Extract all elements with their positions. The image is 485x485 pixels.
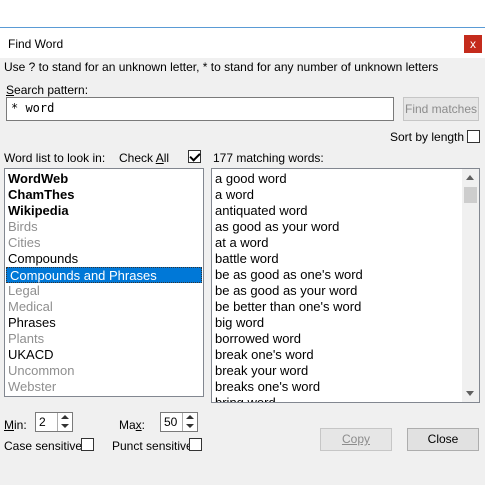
matching-word-item[interactable]: a good word <box>212 171 479 187</box>
word-list-item[interactable]: Wikipedia <box>5 203 203 219</box>
search-pattern-label: Search pattern: <box>6 83 89 97</box>
matching-words-listbox[interactable]: a good word a word antiquated word as good … <box>211 168 480 403</box>
min-spinner[interactable]: 2 <box>35 412 73 432</box>
punct-sensitive-checkbox[interactable] <box>189 438 202 451</box>
case-sensitive-label: Case sensitive <box>4 439 83 453</box>
close-window-button[interactable]: x <box>464 35 482 53</box>
matching-word-item[interactable]: antiquated word <box>212 203 479 219</box>
word-list-item[interactable]: Uncommon <box>5 363 203 379</box>
scroll-thumb[interactable] <box>464 187 477 203</box>
sort-by-length-checkbox[interactable] <box>467 130 480 143</box>
word-list-item[interactable]: Legal <box>5 283 203 299</box>
matching-words-label: 177 matching words: <box>213 151 324 165</box>
word-list-item[interactable]: Webster <box>5 379 203 395</box>
word-list-item[interactable]: Compounds <box>5 251 203 267</box>
window-top-strip <box>0 0 485 28</box>
word-list-item[interactable]: Birds <box>5 219 203 235</box>
window-title: Find Word <box>8 37 64 51</box>
matching-word-item[interactable]: as good as your word <box>212 219 479 235</box>
title-bar: Find Word <box>0 28 485 58</box>
matches-scrollbar[interactable] <box>462 169 479 402</box>
matching-word-item[interactable]: break your word <box>212 363 479 379</box>
matching-word-item[interactable]: borrowed word <box>212 331 479 347</box>
matching-word-item[interactable]: a word <box>212 187 479 203</box>
matching-word-item[interactable]: break one's word <box>212 347 479 363</box>
matching-word-item[interactable]: big word <box>212 315 479 331</box>
matching-word-item[interactable]: be as good as one's word <box>212 267 479 283</box>
word-list-item[interactable]: WordWeb <box>5 171 203 187</box>
check-all-checkbox[interactable] <box>188 150 201 163</box>
find-matches-button[interactable]: Find matches <box>403 97 479 121</box>
word-list-item[interactable]: Medical <box>5 299 203 315</box>
punct-sensitive-label: Punct sensitive <box>112 439 193 453</box>
matching-word-item[interactable]: at a word <box>212 235 479 251</box>
word-list-item[interactable]: Phrases <box>5 315 203 331</box>
word-list-item[interactable]: UKACD <box>5 347 203 363</box>
check-all-label: Check All <box>119 151 170 165</box>
max-spinner[interactable]: 50 <box>160 412 198 432</box>
scroll-down-icon[interactable] <box>462 385 479 402</box>
copy-button[interactable]: Copy <box>320 428 392 451</box>
word-list-item[interactable]: Compounds and Phrases <box>6 267 202 283</box>
matching-word-item[interactable]: breaks one's word <box>212 379 479 395</box>
min-label: Min: <box>4 418 27 432</box>
max-label: Max: <box>119 418 146 432</box>
word-list-item[interactable]: Plants <box>5 331 203 347</box>
close-icon: x <box>470 37 476 51</box>
find-word-dialog: Find Word x Use ? to stand for an unknow… <box>0 0 485 485</box>
max-value: 50 <box>164 415 178 429</box>
case-sensitive-checkbox[interactable] <box>81 438 94 451</box>
instruction-text: Use ? to stand for an unknown letter, * … <box>4 60 439 74</box>
matching-word-item[interactable]: battle word <box>212 251 479 267</box>
search-pattern-input[interactable]: * word <box>6 97 394 121</box>
close-button[interactable]: Close <box>407 428 479 451</box>
word-list-label: Word list to look in: <box>4 151 106 165</box>
word-list-listbox[interactable]: WordWeb ChamThes Wikipedia Birds Cities Compo… <box>4 168 204 397</box>
word-list-item[interactable]: Cities <box>5 235 203 251</box>
matching-word-item[interactable]: be as good as your word <box>212 283 479 299</box>
matching-word-item[interactable]: bring word <box>212 395 479 402</box>
matching-word-item[interactable]: be better than one's word <box>212 299 479 315</box>
word-list-item[interactable]: ChamThes <box>5 187 203 203</box>
sort-by-length-label: Sort by length <box>390 130 465 144</box>
min-value: 2 <box>39 415 46 429</box>
scroll-up-icon[interactable] <box>462 169 479 186</box>
